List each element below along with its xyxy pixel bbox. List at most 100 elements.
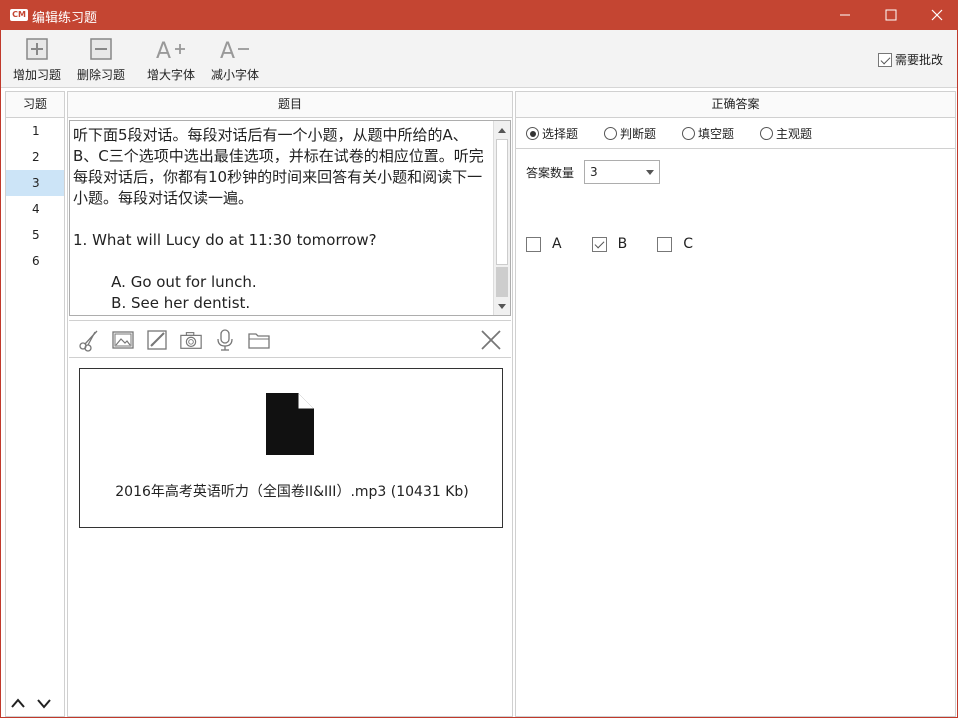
answer-option-c-checkbox[interactable] bbox=[657, 236, 673, 252]
type-fill-blank-label: 填空题 bbox=[698, 127, 735, 141]
app-window: CM 编辑练习题 增加习题 删除习题 A 增大字体 A 减小字体 需要批改 习题… bbox=[0, 0, 958, 718]
question-pane: 题目 听下面5段对话。每段对话后有一个小题，从题中所给的A、B、C三个选项中选出… bbox=[67, 91, 513, 717]
add-icon bbox=[26, 38, 48, 60]
window-title: 编辑练习题 bbox=[32, 11, 98, 26]
increase-font-button[interactable]: A 增大字体 bbox=[141, 34, 201, 86]
exercise-item-2[interactable]: 2 bbox=[6, 144, 64, 170]
scissors-icon bbox=[79, 330, 98, 352]
scroll-down-button[interactable] bbox=[494, 298, 510, 315]
record-audio-button[interactable] bbox=[213, 328, 237, 352]
list-nav bbox=[10, 697, 52, 712]
type-fill-blank-radio[interactable] bbox=[682, 127, 696, 140]
maximize-icon bbox=[885, 9, 897, 21]
needs-review-label: 需要批改 bbox=[894, 53, 943, 67]
type-subjective-label: 主观题 bbox=[776, 127, 813, 141]
question-textarea[interactable]: 听下面5段对话。每段对话后有一个小题，从题中所给的A、B、C三个选项中选出最佳选… bbox=[69, 120, 511, 316]
add-exercise-button[interactable]: 增加习题 bbox=[7, 34, 67, 86]
answer-pane: 正确答案 选择题 判断题 填空题 主观题 答案数量 3 A B C bbox=[515, 91, 956, 717]
answer-count-row: 答案数量 3 bbox=[526, 160, 661, 184]
answer-header: 正确答案 bbox=[516, 92, 955, 118]
move-down-button[interactable] bbox=[36, 697, 52, 712]
answer-count-select[interactable]: 3 bbox=[584, 160, 661, 184]
type-subjective-radio[interactable] bbox=[760, 127, 774, 140]
edit-icon bbox=[147, 330, 167, 350]
image-icon bbox=[112, 331, 134, 349]
cut-button[interactable] bbox=[77, 328, 101, 352]
insert-image-button[interactable] bbox=[111, 328, 135, 352]
close-icon bbox=[931, 9, 943, 21]
title-bar: CM 编辑练习题 bbox=[0, 0, 958, 30]
type-true-false-label: 判断题 bbox=[620, 127, 657, 141]
needs-review-checkbox[interactable]: 需要批改 bbox=[877, 51, 943, 68]
answer-count-value: 3 bbox=[590, 165, 598, 179]
type-fill-blank[interactable]: 填空题 bbox=[682, 125, 734, 142]
question-type-bar: 选择题 判断题 填空题 主观题 bbox=[516, 119, 955, 149]
triangle-up-icon bbox=[498, 127, 506, 133]
decrease-font-label: 减小字体 bbox=[210, 68, 259, 82]
attachment-preview[interactable]: 2016年高考英语听力（全国卷II&III）.mp3 (10431 Kb) bbox=[79, 368, 503, 528]
add-exercise-label: 增加习题 bbox=[12, 68, 61, 82]
exercise-item-6[interactable]: 6 bbox=[6, 248, 64, 274]
maximize-button[interactable] bbox=[868, 0, 914, 30]
delete-exercise-button[interactable]: 删除习题 bbox=[71, 34, 131, 86]
answer-option-b-checkbox[interactable] bbox=[591, 236, 607, 252]
scroll-up-button[interactable] bbox=[494, 121, 510, 138]
chevron-up-icon bbox=[11, 698, 25, 708]
close-window-button[interactable] bbox=[914, 0, 958, 30]
answer-option-b[interactable]: B bbox=[591, 236, 628, 252]
answer-option-a-checkbox[interactable] bbox=[526, 236, 541, 252]
exercise-list-pane: 习题 1 2 3 4 5 6 bbox=[5, 91, 65, 717]
svg-text:A: A bbox=[156, 39, 171, 62]
file-icon bbox=[266, 393, 314, 455]
chevron-down-icon bbox=[646, 170, 655, 175]
minimize-icon bbox=[840, 14, 850, 16]
type-true-false-radio[interactable] bbox=[604, 127, 618, 140]
decrease-font-button[interactable]: A 减小字体 bbox=[205, 34, 265, 86]
triangle-down-icon bbox=[498, 303, 506, 309]
delete-exercise-label: 删除习题 bbox=[76, 68, 125, 82]
font-increase-icon: A bbox=[156, 39, 185, 62]
increase-font-label: 增大字体 bbox=[146, 68, 195, 82]
question-text[interactable]: 听下面5段对话。每段对话后有一个小题，从题中所给的A、B、C三个选项中选出最佳选… bbox=[73, 125, 493, 314]
font-decrease-icon: A bbox=[220, 39, 249, 62]
type-multiple-choice-label: 选择题 bbox=[542, 127, 579, 141]
main-toolbar: 增加习题 删除习题 A 增大字体 A 减小字体 需要批改 bbox=[1, 30, 957, 88]
exercise-item-4[interactable]: 4 bbox=[6, 196, 64, 222]
scroll-track[interactable] bbox=[496, 267, 508, 297]
attachment-file-name: 2016年高考英语听力（全国卷II&III）.mp3 (10431 Kb) bbox=[115, 484, 469, 500]
question-header: 题目 bbox=[68, 92, 512, 118]
remove-icon bbox=[90, 38, 112, 60]
minimize-button[interactable] bbox=[822, 0, 868, 30]
folder-icon bbox=[248, 333, 270, 349]
exercise-item-3[interactable]: 3 bbox=[6, 170, 64, 196]
type-multiple-choice[interactable]: 选择题 bbox=[526, 125, 578, 142]
answer-option-a-label: A bbox=[552, 236, 562, 252]
move-up-button[interactable] bbox=[10, 697, 26, 712]
app-logo: CM bbox=[10, 9, 28, 21]
needs-review-check-box[interactable] bbox=[877, 52, 892, 67]
exercise-item-5[interactable]: 5 bbox=[6, 222, 64, 248]
answer-options: A B C bbox=[526, 236, 723, 252]
client-area: 增加习题 删除习题 A 增大字体 A 减小字体 需要批改 习题 1 2 3 4 … bbox=[1, 30, 957, 717]
attachment-toolbar bbox=[69, 320, 511, 358]
question-scrollbar[interactable] bbox=[493, 121, 510, 315]
answer-option-b-label: B bbox=[617, 236, 628, 252]
microphone-icon bbox=[217, 329, 233, 351]
remove-attachment-button[interactable] bbox=[479, 328, 503, 352]
type-multiple-choice-radio[interactable] bbox=[526, 127, 539, 140]
type-true-false[interactable]: 判断题 bbox=[604, 125, 656, 142]
answer-option-c-label: C bbox=[683, 236, 693, 252]
exercise-item-1[interactable]: 1 bbox=[6, 118, 64, 144]
scroll-thumb[interactable] bbox=[496, 139, 508, 265]
open-folder-button[interactable] bbox=[247, 328, 271, 352]
edit-button[interactable] bbox=[145, 328, 169, 352]
camera-button[interactable] bbox=[179, 328, 203, 352]
chevron-down-icon bbox=[37, 699, 51, 709]
camera-icon bbox=[180, 332, 202, 349]
answer-option-a[interactable]: A bbox=[526, 236, 562, 252]
answer-count-label: 答案数量 bbox=[526, 165, 575, 180]
type-subjective[interactable]: 主观题 bbox=[760, 125, 812, 142]
svg-text:A: A bbox=[220, 39, 235, 62]
answer-option-c[interactable]: C bbox=[657, 236, 693, 252]
close-icon bbox=[481, 330, 501, 350]
